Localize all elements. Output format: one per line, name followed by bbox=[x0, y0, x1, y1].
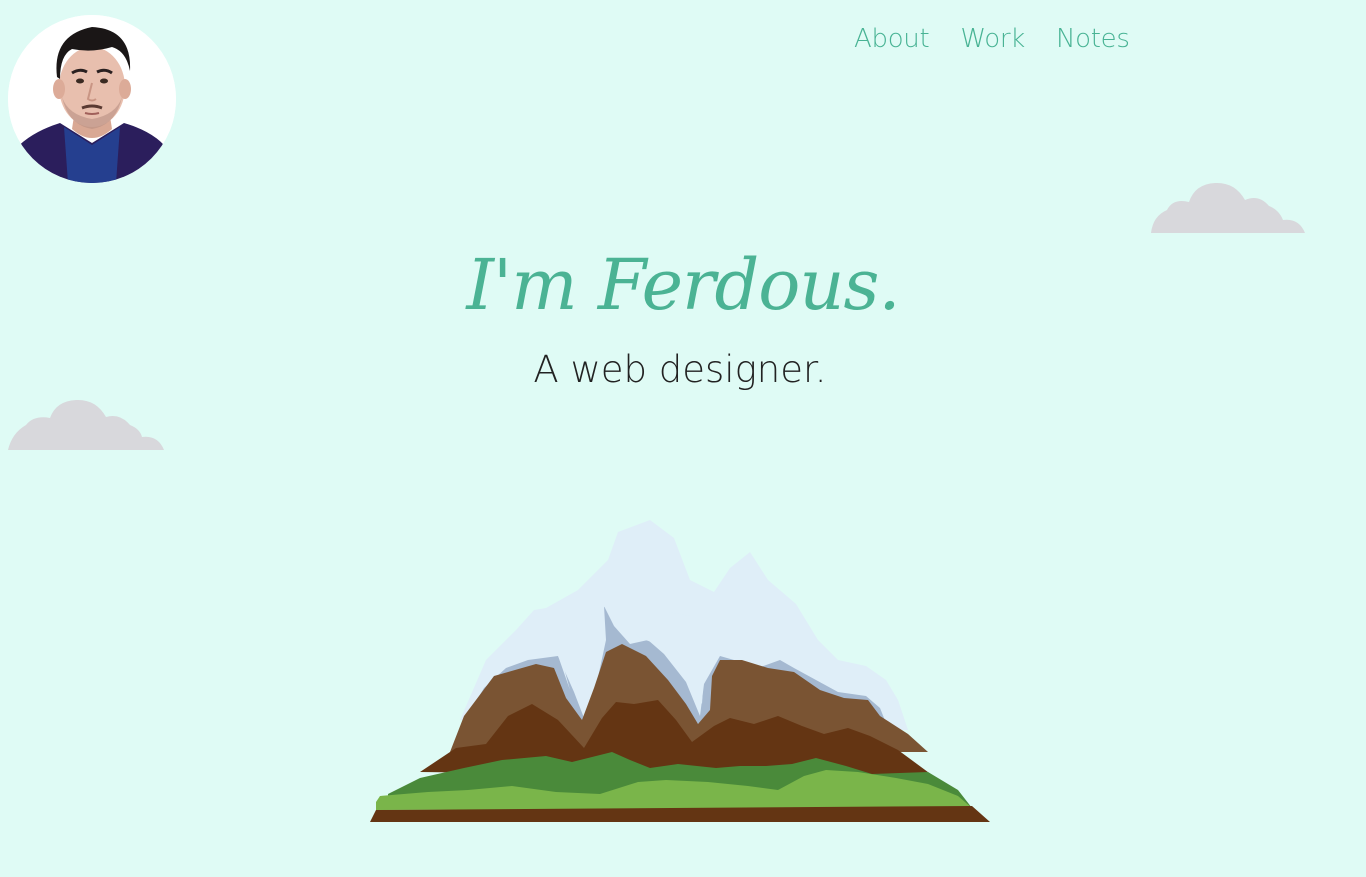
hero-subtitle: A web designer. bbox=[533, 348, 827, 391]
cloud-icon bbox=[8, 399, 164, 450]
cloud-icon bbox=[1151, 182, 1305, 233]
page: About Work Notes I'm Ferdous. A web desi… bbox=[0, 0, 1366, 877]
main-nav: About Work Notes bbox=[854, 21, 1130, 57]
mountain-illustration bbox=[370, 520, 990, 822]
avatar[interactable] bbox=[8, 15, 176, 183]
nav-about-link[interactable]: About bbox=[854, 21, 930, 57]
nav-work-link[interactable]: Work bbox=[960, 21, 1025, 57]
nav-notes-link[interactable]: Notes bbox=[1056, 21, 1130, 57]
hero-title: I'm Ferdous. bbox=[466, 244, 900, 326]
profile-photo bbox=[8, 15, 176, 183]
